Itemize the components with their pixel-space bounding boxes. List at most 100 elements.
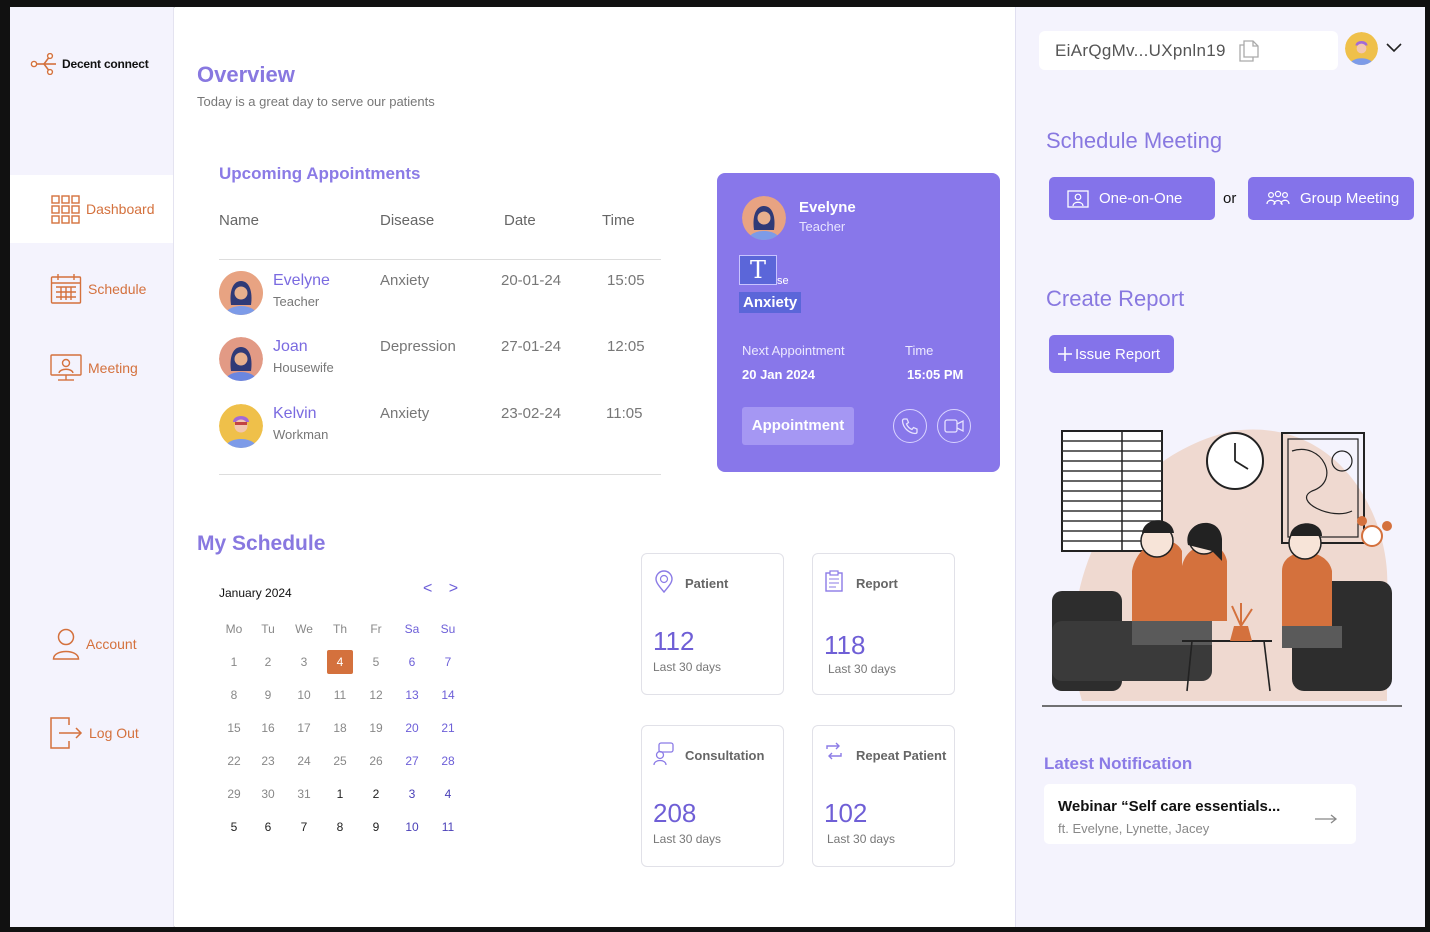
calendar-day[interactable]: 16 [253, 716, 283, 740]
copy-icon[interactable] [1238, 39, 1260, 62]
calendar-day[interactable]: 17 [289, 716, 319, 740]
sidebar-item-schedule[interactable]: Schedule [10, 271, 173, 307]
profile-avatar[interactable] [1345, 32, 1378, 65]
calendar-day[interactable]: 1 [219, 650, 249, 674]
wallet-address-field[interactable]: EiArQgMv...UXpnln19 [1039, 31, 1338, 70]
time-cell: 15:05 [607, 272, 645, 289]
arrow-right-icon[interactable] [1314, 814, 1338, 824]
issue-report-button[interactable]: Issue Report [1049, 335, 1174, 373]
sidebar-item-account[interactable]: Account [10, 626, 173, 662]
calendar-day[interactable]: 8 [219, 683, 249, 707]
calendar-day[interactable]: 10 [397, 815, 427, 839]
calendar-day[interactable]: 14 [433, 683, 463, 707]
calendar-day[interactable]: 31 [289, 782, 319, 806]
stat-period: Last 30 days [827, 832, 896, 846]
calendar-day[interactable]: 6 [397, 650, 427, 674]
calendar-day[interactable]: 6 [253, 815, 283, 839]
calendar-day[interactable]: 10 [289, 683, 319, 707]
divider [219, 259, 661, 260]
calendar-day[interactable]: 27 [397, 749, 427, 773]
calendar-day[interactable]: 4 [433, 782, 463, 806]
prev-month-button[interactable]: < [423, 580, 438, 597]
stat-label: Repeat Patient [856, 748, 947, 763]
stat-card-repeat-patient: Repeat Patient 102 Last 30 days [812, 725, 955, 867]
calendar-day[interactable]: 5 [361, 650, 391, 674]
stat-value: 118 [824, 630, 866, 660]
avatar [219, 404, 263, 448]
stat-label: Report [856, 576, 898, 591]
stat-period: Last 30 days [653, 660, 722, 674]
calendar-day[interactable]: 19 [361, 716, 391, 740]
calendar-day[interactable]: 4 [327, 650, 353, 674]
calendar-day[interactable]: 7 [289, 815, 319, 839]
calendar-day[interactable]: 2 [253, 650, 283, 674]
sidebar-item-label: Meeting [88, 360, 138, 376]
time-label: Time [905, 343, 934, 358]
patient-name[interactable]: Evelyne [273, 272, 330, 290]
patient-name[interactable]: Kelvin [273, 405, 317, 423]
call-button[interactable] [893, 409, 927, 443]
calendar-day[interactable]: 22 [219, 749, 249, 773]
weekday-header: Mo [225, 622, 243, 636]
calendar-day[interactable]: 2 [361, 782, 391, 806]
stat-label: Patient [685, 576, 729, 591]
wallet-address: EiArQgMv...UXpnln19 [1055, 40, 1226, 60]
date-cell: 27-01-24 [501, 338, 562, 355]
calendar-day[interactable]: 11 [325, 683, 355, 707]
calendar-day[interactable]: 7 [433, 650, 463, 674]
next-month-button[interactable]: > [449, 580, 464, 597]
calendar-day[interactable]: 3 [289, 650, 319, 674]
notification-heading: Webinar “Self care essentials... [1058, 798, 1281, 815]
calendar-day[interactable]: 23 [253, 749, 283, 773]
calendar-day[interactable]: 30 [253, 782, 283, 806]
notification-subtitle: ft. Evelyne, Lynette, Jacey [1058, 821, 1210, 836]
calendar-day[interactable]: 3 [397, 782, 427, 806]
avatar [219, 271, 263, 315]
sidebar-item-meeting[interactable]: Meeting [10, 353, 173, 383]
calendar-day[interactable]: 25 [325, 749, 355, 773]
calendar-day[interactable]: 8 [325, 815, 355, 839]
calendar-day[interactable]: 28 [433, 749, 463, 773]
sidebar-item-logout[interactable]: Log Out [10, 715, 173, 751]
calendar-day[interactable]: 11 [433, 815, 463, 839]
sidebar-item-dashboard[interactable]: Dashboard [10, 175, 173, 243]
text-tool-icon[interactable]: T [739, 255, 777, 285]
calendar-day[interactable]: 26 [361, 749, 391, 773]
one-on-one-button[interactable]: One-on-One [1049, 177, 1215, 220]
calendar-day[interactable]: 9 [361, 815, 391, 839]
table-row[interactable]: Evelyne Teacher Anxiety 20-01-24 15:05 [219, 270, 661, 320]
calendar-day[interactable]: 5 [219, 815, 249, 839]
disease-cell: Anxiety [380, 272, 430, 289]
patient-job: Housewife [273, 360, 334, 375]
calendar-day[interactable]: 21 [433, 716, 463, 740]
calendar-day[interactable]: 9 [253, 683, 283, 707]
calendar-day[interactable]: 12 [361, 683, 391, 707]
table-row[interactable]: Joan Housewife Depression 27-01-24 12:05 [219, 336, 661, 386]
calendar-day[interactable]: 13 [397, 683, 427, 707]
notification-item[interactable]: Webinar “Self care essentials... ft. Eve… [1044, 784, 1356, 844]
disease-cell: Anxiety [380, 405, 430, 422]
next-appointment-date: 20 Jan 2024 [742, 367, 816, 382]
patient-name[interactable]: Joan [273, 338, 308, 356]
calendar-day[interactable]: 18 [325, 716, 355, 740]
meeting-illustration [1042, 429, 1402, 707]
group-meeting-button[interactable]: Group Meeting [1248, 177, 1414, 220]
sidebar-item-label: Account [86, 636, 137, 652]
calendar-day[interactable]: 24 [289, 749, 319, 773]
next-appointment-label: Next Appointment [742, 343, 845, 358]
weekday-header: Fr [370, 622, 382, 636]
video-call-button[interactable] [937, 409, 971, 443]
table-row[interactable]: Kelvin Workman Anxiety 23-02-24 11:05 [219, 403, 661, 453]
stat-period: Last 30 days [828, 662, 897, 676]
page-title: Overview [197, 62, 295, 87]
create-report-title: Create Report [1046, 286, 1185, 311]
calendar-day[interactable]: 1 [325, 782, 355, 806]
chevron-down-icon[interactable] [1386, 43, 1402, 53]
stat-label: Consultation [685, 748, 765, 763]
calendar-day[interactable]: 20 [397, 716, 427, 740]
calendar-day[interactable]: 29 [219, 782, 249, 806]
avatar [219, 337, 263, 381]
calendar-day[interactable]: 15 [219, 716, 249, 740]
appointment-button[interactable]: Appointment [742, 407, 854, 445]
time-cell: 12:05 [607, 338, 645, 355]
